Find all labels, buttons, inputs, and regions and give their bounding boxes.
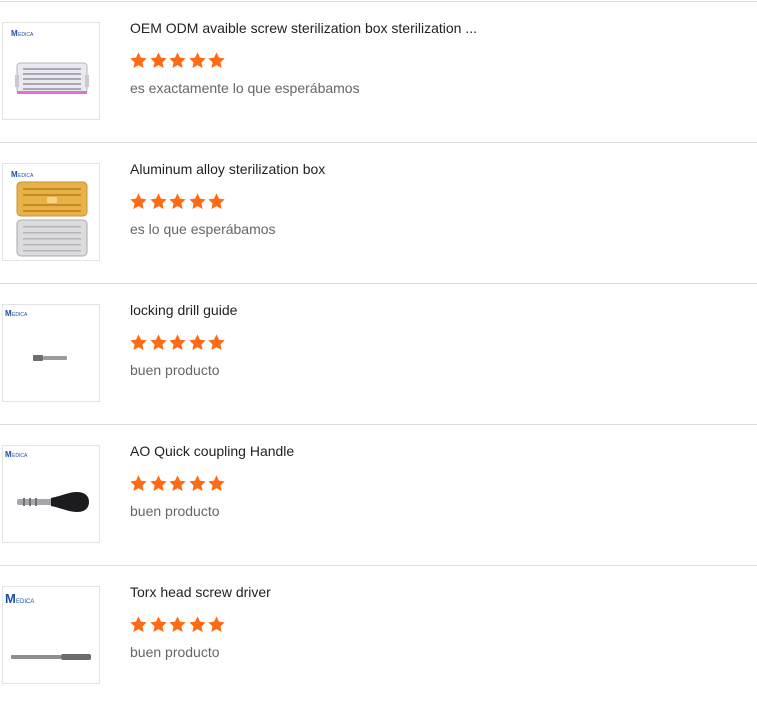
drill-guide-icon: M EDICA [5, 309, 67, 361]
svg-text:M: M [5, 450, 12, 459]
star-icon [129, 474, 148, 493]
star-icon [207, 615, 226, 634]
star-icon [188, 474, 207, 493]
logo-text: EDICA [16, 599, 34, 605]
svg-text:M: M [5, 591, 16, 606]
aluminum-box-icon: M EDICA [11, 170, 88, 257]
product-thumbnail[interactable]: M EDICA [2, 445, 100, 543]
product-thumbnail[interactable]: M EDICA [2, 304, 100, 402]
rating-stars [129, 474, 227, 494]
star-icon [149, 474, 168, 493]
product-title[interactable]: OEM ODM avaible screw sterilization box … [130, 20, 730, 36]
star-icon [149, 615, 168, 634]
product-title[interactable]: Torx head screw driver [130, 584, 730, 600]
review-comment: buen producto [130, 362, 220, 378]
logo-text: EDICA [18, 32, 34, 38]
star-icon [129, 333, 148, 352]
product-thumbnail[interactable]: M EDICA [2, 163, 100, 261]
review-item: M EDICA AO Quick coupling Handle buen pr… [0, 424, 757, 566]
review-item: M EDICA Torx head screw driver buen prod… [0, 565, 757, 707]
star-icon [168, 192, 187, 211]
review-comment: buen producto [130, 503, 220, 519]
star-icon [168, 51, 187, 70]
review-item: M EDICA Aluminum alloy sterilization box… [0, 142, 757, 284]
product-thumbnail[interactable]: M EDICA [2, 586, 100, 684]
star-icon [149, 192, 168, 211]
star-icon [188, 615, 207, 634]
star-icon [149, 333, 168, 352]
svg-text:M: M [5, 309, 12, 318]
logo-text: EDICA [12, 312, 28, 318]
review-comment: es exactamente lo que esperábamos [130, 80, 360, 96]
review-comment: buen producto [130, 644, 220, 660]
svg-text:M: M [11, 170, 18, 179]
rating-stars [129, 51, 227, 71]
star-icon [168, 333, 187, 352]
screwdriver-icon: M EDICA [5, 591, 91, 660]
star-icon [207, 192, 226, 211]
star-icon [188, 333, 207, 352]
svg-text:M: M [11, 29, 18, 38]
star-icon [168, 474, 187, 493]
product-thumbnail[interactable]: M EDICA [2, 22, 100, 120]
star-icon [207, 474, 226, 493]
star-icon [149, 51, 168, 70]
review-item: M EDICA OEM ODM avaible screw sterilizat… [0, 1, 757, 143]
star-icon [188, 51, 207, 70]
logo-text: EDICA [12, 453, 28, 459]
review-item: M EDICA locking drill guide buen product… [0, 283, 757, 425]
rating-stars [129, 192, 227, 212]
logo-text: EDICA [18, 173, 34, 179]
sterilization-tray-icon: M EDICA [11, 29, 89, 94]
product-title[interactable]: locking drill guide [130, 302, 730, 318]
rating-stars [129, 615, 227, 635]
star-icon [129, 51, 148, 70]
star-icon [188, 192, 207, 211]
star-icon [129, 615, 148, 634]
star-icon [207, 51, 226, 70]
star-icon [168, 615, 187, 634]
product-title[interactable]: AO Quick coupling Handle [130, 443, 730, 459]
star-icon [207, 333, 226, 352]
review-comment: es lo que esperábamos [130, 221, 276, 237]
rating-stars [129, 333, 227, 353]
star-icon [129, 192, 148, 211]
coupling-handle-icon: M EDICA [5, 450, 89, 512]
product-title[interactable]: Aluminum alloy sterilization box [130, 161, 730, 177]
